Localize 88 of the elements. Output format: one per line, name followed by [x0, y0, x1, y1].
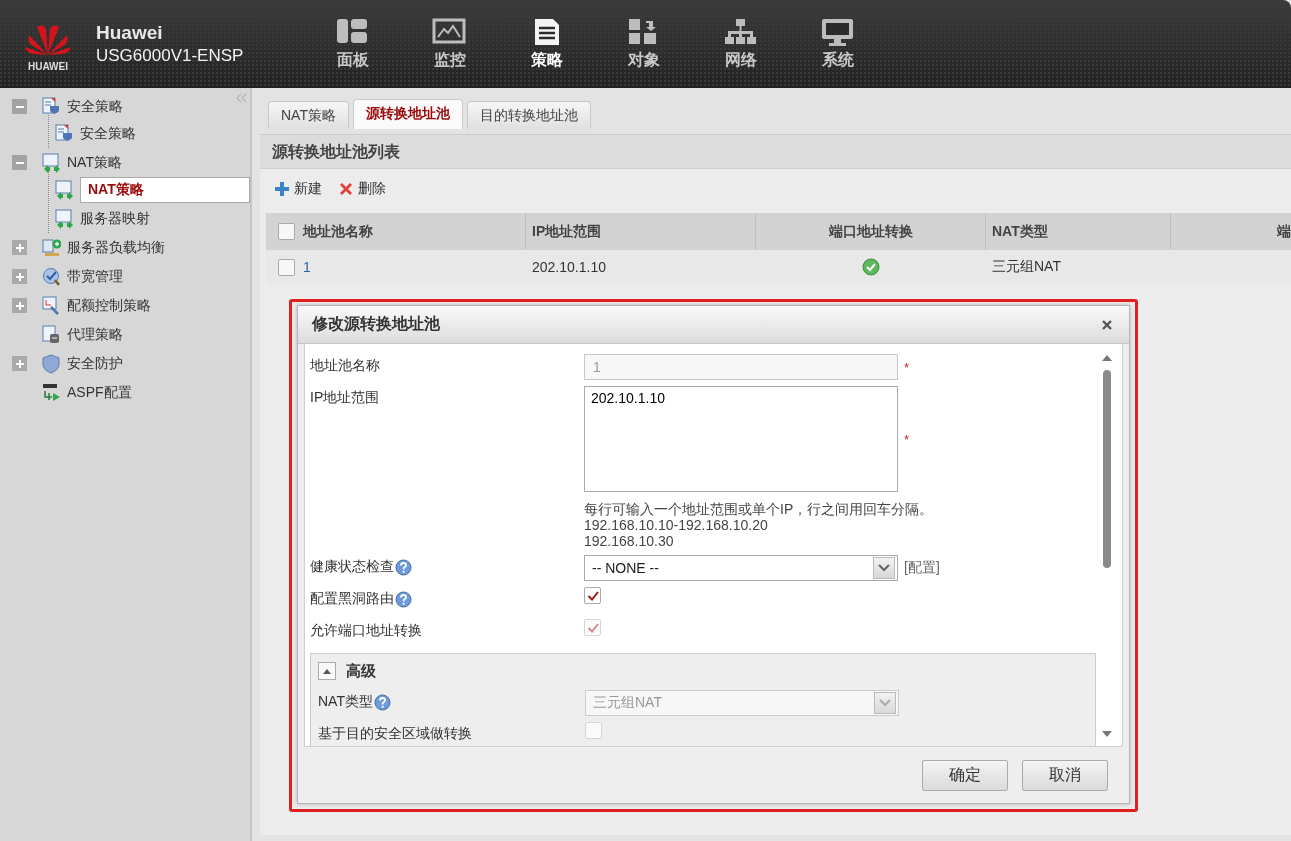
required-mark: *: [904, 431, 910, 447]
sidebar-item[interactable]: NAT策略: [67, 153, 122, 172]
document-lock-icon: [42, 324, 61, 345]
field-label: 配置黑洞路由: [310, 590, 394, 608]
sidebar-item[interactable]: 服务器映射: [80, 209, 150, 228]
tab[interactable]: 源转换地址池: [352, 99, 463, 129]
checkmark-icon: [586, 589, 599, 602]
field-label: IP地址范围: [310, 389, 380, 407]
plus-icon: [14, 242, 25, 253]
plus-icon: [14, 300, 25, 311]
expand-toggle[interactable]: [12, 240, 27, 255]
sidebar-item[interactable]: 配额控制策略: [67, 296, 151, 315]
select-all-checkbox[interactable]: [278, 223, 295, 240]
scroll-up-icon: [1101, 354, 1113, 362]
sidebar-item[interactable]: NAT策略: [80, 176, 250, 203]
document-shield-icon: [55, 123, 74, 144]
chart-screen-icon: [432, 17, 467, 47]
sidebar-item[interactable]: 带宽管理: [67, 267, 123, 286]
toolbar-button[interactable]: 删除: [338, 180, 386, 198]
arrows-document-icon: [42, 152, 61, 173]
collapse-toggle[interactable]: [12, 99, 27, 114]
text-area[interactable]: 202.10.1.10: [584, 386, 898, 492]
plus-icon: [274, 181, 290, 197]
chevron-down-icon: [878, 564, 890, 572]
toolbar-button[interactable]: 新建: [274, 180, 322, 198]
field-label: 健康状态检查: [310, 558, 394, 576]
dialog-button[interactable]: 确定: [922, 759, 1008, 791]
sidebar-item[interactable]: 服务器负载均衡: [67, 238, 165, 257]
shield-icon: [42, 353, 61, 374]
dialog-title: 修改源转换地址池: [312, 314, 440, 334]
column-header: 地址池名称: [303, 222, 373, 241]
nav-item[interactable]: 对象: [595, 17, 692, 71]
sidebar-item[interactable]: 安全策略: [80, 124, 136, 143]
checkbox[interactable]: [584, 587, 601, 604]
triangle-up-icon: [322, 667, 332, 675]
field-label: 允许端口地址转换: [310, 622, 422, 640]
hint-text: 192.168.10.30: [584, 533, 674, 549]
computer-icon: [820, 17, 855, 47]
tab[interactable]: 目的转换地址池: [466, 101, 591, 129]
hint-text: 192.168.10.10-192.168.10.20: [584, 517, 768, 533]
panel-title: 源转换地址池列表: [260, 135, 1291, 169]
collapse-toggle[interactable]: [12, 155, 27, 170]
nav-item[interactable]: 策略: [498, 17, 595, 71]
brand-name: Huawei: [96, 22, 164, 44]
sidebar-item[interactable]: 安全防护: [67, 354, 123, 373]
sidebar-item[interactable]: 代理策略: [67, 325, 123, 344]
scrollbar-thumb[interactable]: [1103, 370, 1111, 568]
table-cell-text: 三元组NAT: [991, 257, 1062, 276]
dropdown[interactable]: -- NONE --: [584, 555, 898, 581]
arrows-document-icon: [55, 179, 74, 200]
field-label: NAT类型: [318, 693, 373, 711]
sidebar-item[interactable]: ASPF配置: [67, 383, 132, 402]
logo-text: HUAWEI: [28, 60, 68, 72]
chevron-down-icon: [879, 699, 891, 707]
row-checkbox[interactable]: [278, 258, 295, 276]
cross-icon: [338, 181, 354, 197]
scroll-down-icon: [1101, 730, 1113, 738]
column-header: 端: [1276, 221, 1291, 241]
dialog-button[interactable]: 取消: [1022, 759, 1108, 791]
field-label: 基于目的安全区域做转换: [318, 725, 472, 743]
sidebar-item[interactable]: 安全策略: [67, 97, 123, 116]
expand-toggle[interactable]: [12, 298, 27, 313]
expand-toggle[interactable]: [12, 356, 27, 371]
nav-item[interactable]: 网络: [692, 17, 789, 71]
device-name: USG6000V1-ENSP: [96, 46, 245, 66]
config-link[interactable]: [配置]: [904, 559, 940, 577]
tab[interactable]: NAT策略: [268, 101, 349, 129]
checkmark-icon: [586, 621, 599, 634]
plus-icon: [14, 271, 25, 282]
plus-icon: [14, 358, 25, 369]
arrows-document-icon: [55, 208, 74, 229]
play-arrow-icon: [42, 382, 61, 403]
required-mark: *: [904, 359, 910, 375]
nav-item[interactable]: 监控: [401, 17, 498, 71]
pool-name-link[interactable]: 1: [303, 259, 311, 275]
network-icon: [723, 17, 758, 47]
nav-item[interactable]: 面板: [304, 17, 401, 71]
table-cell-text: 202.10.1.10: [531, 258, 607, 277]
section-title: 高级: [346, 661, 376, 681]
server-plus-icon: [42, 237, 61, 258]
nav-item[interactable]: 系统: [789, 17, 886, 71]
collapse-toggle[interactable]: [318, 662, 336, 680]
collapse-icon: [235, 93, 247, 103]
expand-toggle[interactable]: [12, 269, 27, 284]
document-shield-icon: [42, 96, 61, 117]
hint-text: 每行可输入一个地址范围或单个IP，行之间用回车分隔。: [584, 501, 934, 517]
field-label: 地址池名称: [310, 357, 380, 375]
close-icon: [1101, 318, 1113, 331]
